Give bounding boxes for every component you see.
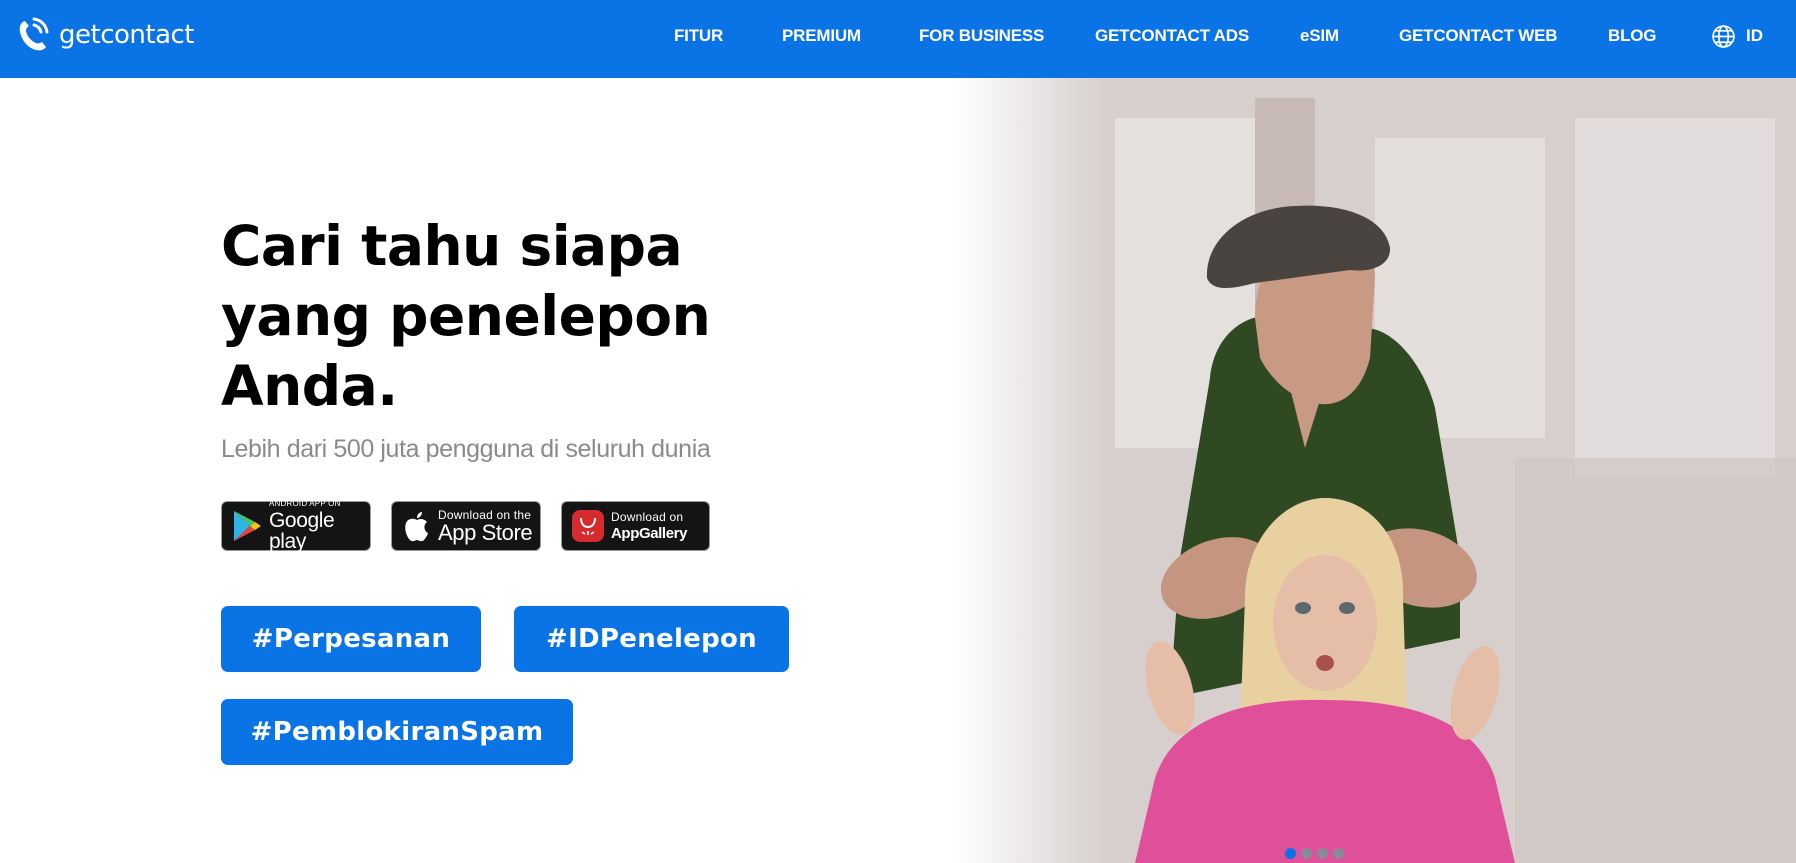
language-selector[interactable]: ID [1711, 23, 1763, 49]
huawei-badge-small-text: Download on [611, 510, 684, 524]
hero-illustration [955, 78, 1796, 863]
nav-item-getcontact-ads[interactable]: GETCONTACT ADS [1095, 24, 1249, 48]
headline-line-2: yang penelepon [221, 284, 711, 348]
nav-item-getcontact-web[interactable]: GETCONTACT WEB [1399, 24, 1558, 48]
apple-badge-big-text: App Store [438, 519, 533, 545]
site-header: getcontact FITUR PREMIUM FOR BUSINESS GE… [0, 0, 1796, 78]
nav-item-premium[interactable]: PREMIUM [782, 24, 861, 48]
carousel-dot[interactable] [1285, 848, 1296, 859]
huawei-badge-big-text: AppGallery [611, 525, 688, 542]
hero-headline: Cari tahu siapa yang penelepon Anda. [221, 211, 781, 421]
nav-item-esim[interactable]: eSIM [1300, 24, 1339, 48]
google-badge-small-text: ANDROID APP ON [269, 499, 341, 508]
nav-item-for-business[interactable]: FOR BUSINESS [919, 24, 1044, 48]
language-label: ID [1746, 26, 1763, 45]
tag-idpenelepon-button[interactable]: #IDPenelepon [514, 606, 789, 672]
carousel-dot[interactable] [1317, 848, 1328, 859]
phone-logo-icon [19, 17, 49, 51]
appgallery-badge[interactable]: Download on AppGallery [561, 501, 710, 551]
carousel-indicators [1285, 848, 1344, 859]
nav-item-fitur[interactable]: FITUR [674, 24, 723, 48]
globe-icon [1712, 24, 1735, 48]
google-badge-big-text: Google play [269, 509, 335, 553]
apple-badge-small-text: Download on the [438, 507, 532, 522]
headline-line-3: Anda. [221, 354, 398, 418]
headline-line-1: Cari tahu siapa [221, 214, 683, 278]
nav-item-blog[interactable]: BLOG [1608, 24, 1657, 48]
google-play-icon [234, 511, 261, 541]
carousel-dot[interactable] [1301, 848, 1312, 859]
app-store-badge[interactable]: Download on the App Store [391, 501, 541, 551]
hero-subtitle: Lebih dari 500 juta pengguna di seluruh … [221, 435, 711, 463]
getcontact-logo[interactable]: getcontact [17, 17, 195, 53]
google-play-badge[interactable]: ANDROID APP ON Google play [221, 499, 371, 553]
tag-perpesanan-button[interactable]: #Perpesanan [221, 606, 481, 672]
carousel-dot[interactable] [1333, 848, 1344, 859]
apple-icon [405, 512, 428, 542]
huawei-appgallery-icon [572, 510, 604, 542]
hero-photo [955, 78, 1796, 863]
logo-text: getcontact [59, 20, 195, 50]
tag-pemblokiranspam-button[interactable]: #PemblokiranSpam [221, 699, 573, 765]
